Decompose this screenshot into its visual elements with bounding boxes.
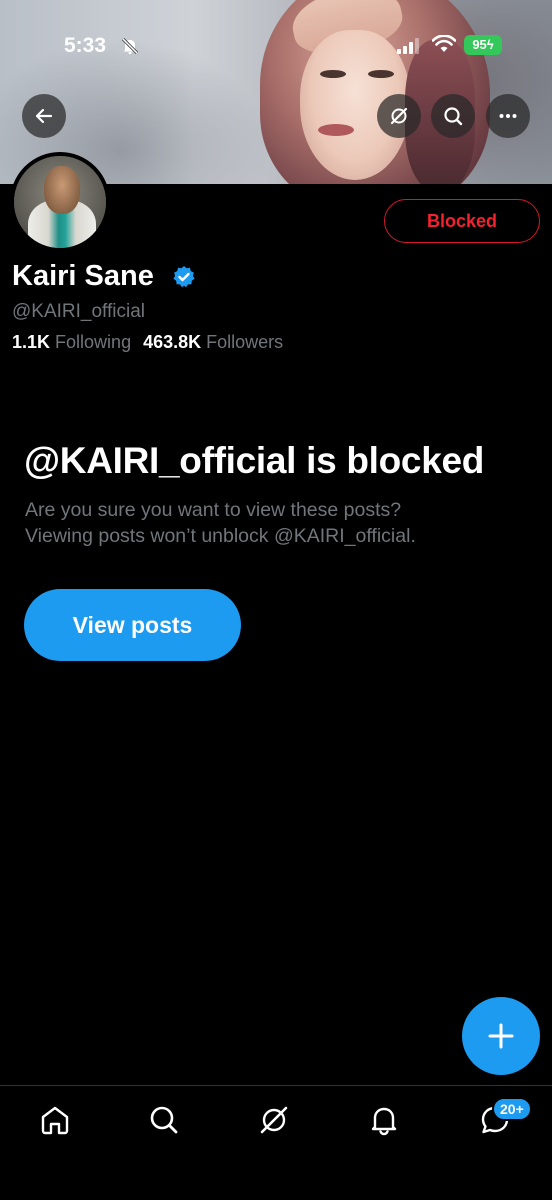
back-button[interactable]	[22, 94, 66, 138]
notifications-icon[interactable]	[367, 1103, 401, 1137]
wifi-icon	[432, 35, 456, 52]
banner-lips	[318, 124, 354, 136]
blocked-title: @KAIRI_official is blocked	[24, 440, 485, 481]
display-name: Kairi Sane	[12, 260, 154, 292]
battery-level: 95	[472, 37, 487, 52]
cellular-signal-icon	[397, 38, 419, 54]
messages-badge: 20+	[492, 1097, 532, 1121]
plus-icon	[488, 1023, 514, 1049]
avatar-figure	[44, 166, 80, 214]
home-icon[interactable]	[38, 1103, 72, 1137]
avatar[interactable]	[10, 152, 110, 252]
back-arrow-icon	[35, 108, 53, 124]
search-button[interactable]	[431, 94, 475, 138]
followers-count: 463.8K	[143, 332, 202, 352]
profile-stats: 1.1K Following 463.8K Followers	[12, 332, 283, 353]
grok-button[interactable]	[377, 94, 421, 138]
bell-slash-icon	[121, 37, 139, 55]
grok-icon	[390, 107, 408, 125]
more-button[interactable]	[486, 94, 530, 138]
following-link[interactable]: 1.1K Following	[12, 332, 131, 352]
following-count: 1.1K	[12, 332, 51, 352]
search-icon[interactable]	[147, 1103, 181, 1137]
charging-bolt-icon: ϟ	[486, 37, 494, 52]
search-icon	[444, 107, 463, 126]
profile-handle: @KAIRI_official	[12, 301, 145, 322]
status-time: 5:33	[64, 34, 107, 57]
blocked-description-line: Are you sure you want to view these post…	[25, 499, 402, 521]
followers-link[interactable]: 463.8K Followers	[143, 332, 283, 352]
view-posts-button[interactable]: View posts	[24, 589, 241, 661]
blocked-description: Are you sure you want to view these post…	[25, 497, 525, 549]
followers-label: Followers	[206, 332, 284, 352]
grok-icon[interactable]	[257, 1103, 291, 1137]
battery-indicator: 95ϟ	[464, 35, 502, 55]
banner-eye	[368, 70, 394, 78]
compose-button[interactable]	[462, 997, 540, 1075]
more-icon	[499, 114, 517, 118]
banner-eye	[320, 70, 346, 78]
blocked-button[interactable]: Blocked	[384, 199, 540, 243]
following-label: Following	[55, 332, 132, 352]
verified-badge-icon[interactable]	[172, 265, 196, 289]
blocked-description-line: Viewing posts won’t unblock @KAIRI_offic…	[25, 525, 416, 547]
